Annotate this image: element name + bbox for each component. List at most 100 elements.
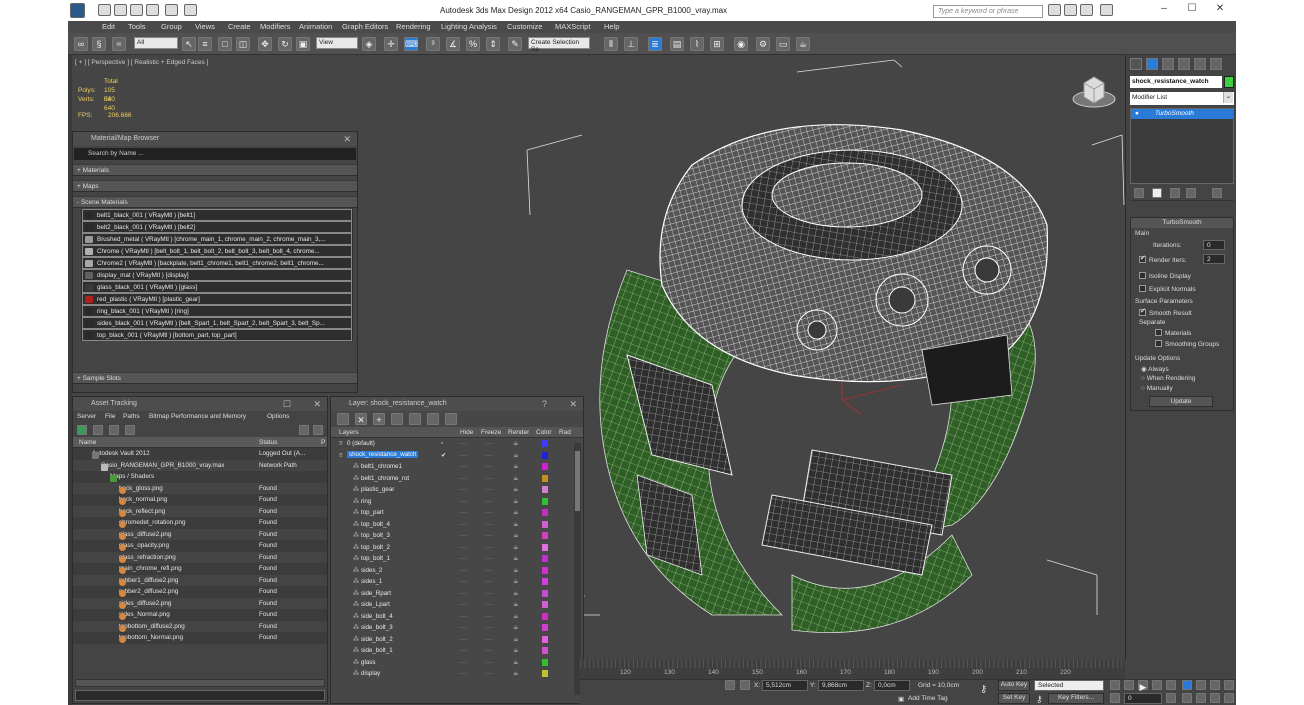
render-toggle-icon[interactable]: ☕ [513,498,519,505]
x-coordinate-field[interactable]: 5,512cm [762,680,808,691]
layer-name[interactable]: side_Rpart [361,590,391,597]
radiosity-toggle[interactable]: · [559,440,561,447]
open-file-icon[interactable] [114,4,127,16]
asset-menu-server[interactable]: Server [77,413,96,420]
radiosity-toggle[interactable]: · [559,509,561,516]
menu-help[interactable]: Help [604,22,619,31]
freeze-toggle[interactable]: ---- [485,670,493,677]
render-toggle-icon[interactable]: ☕ [513,509,519,516]
angle-snap-icon[interactable]: ∡ [446,37,460,51]
layer-name[interactable]: display [361,670,380,677]
render-toggle-icon[interactable]: ☕ [513,486,519,493]
menu-rendering[interactable]: Rendering [396,22,431,31]
create-tab-icon[interactable] [1130,58,1142,70]
layer-color-swatch[interactable] [542,635,548,643]
z-coordinate-field[interactable]: 0,0cm [874,680,910,691]
layer-color-swatch[interactable] [542,555,548,562]
asset-menu-bitmap[interactable]: Bitmap Performance and Memory [149,413,246,420]
menu-maxscript[interactable]: MAXScript [555,22,590,31]
layer-name[interactable]: ring [361,498,371,505]
smooth-result-option[interactable]: Smooth Result [1139,307,1192,317]
menu-modifiers[interactable]: Modifiers [260,22,290,31]
layer-color-swatch[interactable] [542,463,548,470]
asset-row[interactable]: Maps / Shaders [73,471,327,483]
layer-color-swatch[interactable] [542,543,548,551]
remove-modifier-icon[interactable] [1186,188,1196,198]
hierarchy-tab-icon[interactable] [1162,58,1174,70]
menu-animation[interactable]: Animation [299,22,332,31]
layer-name[interactable]: sides_1 [361,578,382,585]
render-toggle-icon[interactable]: ☕ [513,521,519,528]
make-unique-icon[interactable] [1170,188,1180,198]
render-toggle-icon[interactable]: ☕ [513,670,519,677]
rendered-frame-icon[interactable]: ▭ [776,37,790,51]
freeze-toggle[interactable]: ---- [485,624,493,631]
time-config-icon[interactable] [1166,693,1176,703]
layer-row[interactable]: ⁂ side_bolt_2 ---- ---- ☕ · [337,634,583,646]
tree-view-icon[interactable] [109,425,119,435]
layer-row[interactable]: ⁂ side_bolt_1 ---- ---- ☕ · [337,645,583,657]
current-frame-field[interactable]: 0 [1124,693,1162,704]
isoline-checkbox[interactable] [1139,272,1146,279]
col-p[interactable]: P [321,439,325,446]
when-rendering-option[interactable]: ○ When Rendering [1141,375,1196,382]
hide-toggle[interactable]: ---- [459,601,467,608]
maximize-button[interactable]: ☐ [1181,3,1203,14]
freeze-toggle[interactable]: ---- [485,475,493,482]
radiosity-toggle[interactable]: · [559,521,561,528]
col-color[interactable]: Color [536,429,552,436]
layer-row[interactable]: ⁂ display ---- ---- ☕ · [337,668,583,680]
layer-name[interactable]: side_bolt_2 [361,636,393,643]
render-toggle-icon[interactable]: ☕ [513,601,519,608]
radiosity-toggle[interactable]: · [559,659,561,666]
layer-color-swatch[interactable] [542,612,548,620]
help-icon[interactable] [1100,4,1113,16]
layer-name[interactable]: sides_2 [361,567,382,574]
layer-color-swatch[interactable] [542,566,548,574]
col-name[interactable]: Name [79,439,96,446]
layer-name[interactable]: side_bolt_3 [361,624,393,631]
hide-toggle[interactable]: ---- [459,613,467,620]
y-coordinate-field[interactable]: 9,868cm [818,680,864,691]
asset-row[interactable]: main_chrome_refl.png Found [73,563,327,575]
pin-stack-icon[interactable] [1134,188,1144,198]
asset-menu-options[interactable]: Options [267,413,289,420]
radiosity-toggle[interactable]: · [559,636,561,643]
named-selection-dropdown[interactable]: Create Selection Se [528,37,590,53]
material-item[interactable]: glass_black_001 ( VRayMtl ) [glass] [82,281,352,293]
maximize-viewport-icon[interactable] [1224,693,1234,703]
render-toggle-icon[interactable]: ☕ [513,544,519,551]
layer-row[interactable]: ⁂ side_Lpart ---- ---- ☕ · [337,599,583,611]
absolute-mode-icon[interactable] [740,680,750,690]
set-key-button[interactable]: Set Key [998,693,1030,704]
col-hide[interactable]: Hide [460,429,473,436]
close-icon[interactable]: ✕ [343,134,351,145]
layer-checkbox-icon[interactable]: ▫ [441,440,443,447]
radiosity-toggle[interactable]: · [559,463,561,470]
update-button[interactable]: Update [1149,396,1213,407]
layer-color-swatch[interactable] [542,624,548,631]
new-file-icon[interactable] [98,4,111,16]
material-item[interactable]: Chrome ( VRayMtl ) [belt_bolt_1, belt_bo… [82,245,352,257]
render-setup-icon[interactable]: ⚙ [756,37,770,51]
layer-color-swatch[interactable] [542,451,548,459]
render-toggle-icon[interactable]: ☕ [513,659,519,666]
hide-toggle[interactable]: ---- [459,590,467,597]
material-item[interactable]: belt1_black_001 ( VRayMtl ) [belt1] [82,209,352,221]
layer-row[interactable]: ⁂ top_bolt_3 ---- ---- ☕ · [337,530,583,542]
unlink-icon[interactable]: § [92,37,106,51]
render-toggle-icon[interactable]: ☕ [513,463,519,470]
material-item[interactable]: Chrome2 ( VRayMtl ) [backplate, belt1_ch… [82,257,352,269]
selection-set-dropdown[interactable]: Selected [1034,680,1104,691]
delete-layer-icon[interactable]: ✕ [355,413,367,425]
radiosity-toggle[interactable]: · [559,578,561,585]
layer-color-swatch[interactable] [542,647,548,654]
render-toggle-icon[interactable]: ☕ [513,440,519,447]
close-icon[interactable]: ✕ [313,399,321,410]
hide-toggle[interactable]: ---- [459,636,467,643]
object-color-swatch[interactable] [1224,76,1234,88]
project-folder-icon[interactable] [184,4,197,16]
rect-selection-icon[interactable]: □ [218,37,232,51]
render-toggle-icon[interactable]: ☕ [513,532,519,539]
zoom-extents-icon[interactable] [1210,680,1220,690]
